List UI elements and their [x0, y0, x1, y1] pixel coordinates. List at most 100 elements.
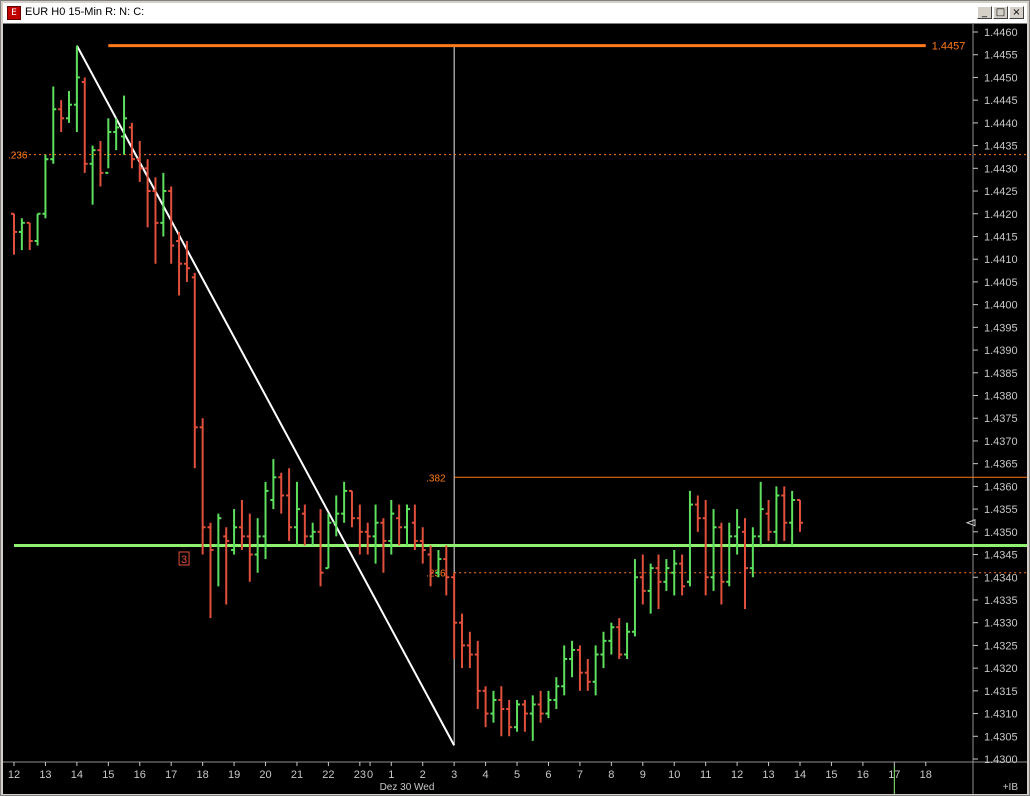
x-tick-label: 5 [514, 769, 520, 781]
ohlc-bar [569, 640, 576, 678]
ohlc-bar [11, 212, 17, 255]
ohlc-bar [718, 522, 725, 605]
ohlc-bar [286, 468, 293, 541]
fib-ratio-label: .382 [426, 473, 446, 484]
x-tick-label: 10 [668, 769, 680, 781]
ohlc-bar [584, 659, 591, 691]
y-tick-label: 1.4405 [984, 277, 1018, 289]
date-label: Dez 30 Wed [380, 782, 435, 793]
y-tick-label: 1.4425 [984, 186, 1018, 198]
ohlc-bar [741, 518, 748, 610]
x-tick-label: 1 [388, 769, 394, 781]
ohlc-bar [749, 527, 756, 578]
ohlc-bar [506, 699, 513, 737]
ohlc-bar [73, 45, 80, 132]
ohlc-bar [348, 489, 355, 528]
y-tick-label: 1.4450 [984, 72, 1018, 84]
ohlc-bar [270, 459, 277, 510]
ohlc-bar [207, 522, 214, 619]
ohlc-bar [262, 481, 269, 560]
y-tick-label: 1.4320 [984, 663, 1018, 675]
x-tick-label: 15 [825, 769, 837, 781]
y-tick-label: 1.4410 [984, 254, 1018, 266]
ohlc-bar [521, 699, 528, 732]
ohlc-bar [293, 481, 300, 546]
ohlc-bar [647, 563, 654, 614]
y-tick-label: 1.4335 [984, 595, 1018, 607]
ohlc-bar [679, 554, 686, 596]
ohlc-bar [42, 154, 49, 219]
ohlc-bar [404, 504, 410, 546]
y-tick-label: 1.4310 [984, 709, 1018, 721]
y-tick-label: 1.4375 [984, 413, 1018, 425]
ohlc-bar [789, 490, 796, 546]
title-bar[interactable]: E EUR H0 15-Min R: N: C: _ □ × [3, 3, 1027, 24]
ohlc-bar [514, 699, 521, 732]
ohlc-bar [482, 686, 489, 728]
ohlc-bar [50, 86, 57, 164]
ohlc-bar [411, 504, 418, 550]
x-tick-label: 3 [451, 769, 457, 781]
level-price-label: 1.4457 [932, 41, 966, 53]
y-tick-label: 1.4430 [984, 163, 1018, 175]
chart-window-icon[interactable]: E [7, 6, 21, 20]
y-tick-label: 1.4400 [984, 300, 1018, 312]
ohlc-bar [160, 172, 167, 237]
y-tick-label: 1.4385 [984, 368, 1018, 380]
ohlc-bar [325, 513, 332, 570]
ohlc-bar [757, 481, 764, 546]
x-tick-label: 20 [259, 769, 271, 781]
ohlc-bar [797, 499, 803, 532]
ohlc-bar [238, 500, 245, 550]
ohlc-bar [773, 486, 780, 546]
x-tick-label: 12 [8, 769, 20, 781]
ohlc-bar [608, 622, 615, 655]
y-tick-label: 1.4305 [984, 731, 1018, 743]
price-chart[interactable]: 1.4460 1.4455 1.4450 1.4445 1.4440 1.4435 1.44… [3, 24, 1027, 794]
x-tick-label: 11 [700, 769, 711, 781]
y-tick-label: 1.4300 [984, 754, 1018, 766]
ohlc-bar [710, 509, 717, 591]
maximize-button[interactable]: □ [993, 6, 1008, 19]
x-tick-label: 12 [731, 769, 743, 781]
ohlc-bar [639, 554, 646, 605]
ohlc-bar [474, 640, 481, 710]
ohlc-bar [18, 218, 25, 251]
fib-ratio-label: .236 [8, 151, 28, 162]
ohlc-bar [199, 418, 206, 555]
x-tick-label: 0 [367, 769, 373, 781]
ohlc-bar [466, 631, 473, 669]
x-tick-label: 8 [608, 769, 614, 781]
x-tick-label: 22 [322, 769, 334, 781]
ohlc-bar [105, 118, 112, 174]
x-tick-label: 18 [920, 769, 932, 781]
y-tick-label: 1.4360 [984, 481, 1018, 493]
y-tick-label: 1.4370 [984, 436, 1018, 448]
ohlc-bar [176, 231, 183, 296]
ohlc-bar [317, 509, 324, 587]
ohlc-bar [231, 509, 238, 555]
ohlc-bar [600, 631, 607, 669]
ohlc-bar [26, 221, 33, 251]
x-tick-label: 16 [134, 769, 146, 781]
x-tick-label: 7 [577, 769, 583, 781]
ohlc-bar [671, 549, 678, 596]
ohlc-bar [121, 95, 128, 155]
ohlc-bar [58, 100, 65, 132]
close-button[interactable]: × [1009, 6, 1024, 19]
chart-area[interactable]: 1.4460 1.4455 1.4450 1.4445 1.4440 1.4435 1.44… [3, 24, 1027, 794]
y-tick-label: 1.4460 [984, 27, 1018, 39]
trend-line [75, 45, 456, 746]
ohlc-bar [686, 490, 693, 587]
x-tick-label: 16 [857, 769, 869, 781]
ohlc-bar [537, 690, 544, 723]
ohlc-bar [191, 272, 198, 469]
y-tick-label: 1.4390 [984, 345, 1018, 357]
minimize-button[interactable]: _ [977, 6, 992, 19]
y-tick-label: 1.4440 [984, 118, 1018, 130]
ohlc-bar [427, 545, 434, 587]
ohlc-bar [624, 622, 631, 660]
y-tick-label: 1.4330 [984, 618, 1018, 630]
ohlc-bar [144, 159, 151, 228]
x-tick-label: 21 [291, 769, 303, 781]
